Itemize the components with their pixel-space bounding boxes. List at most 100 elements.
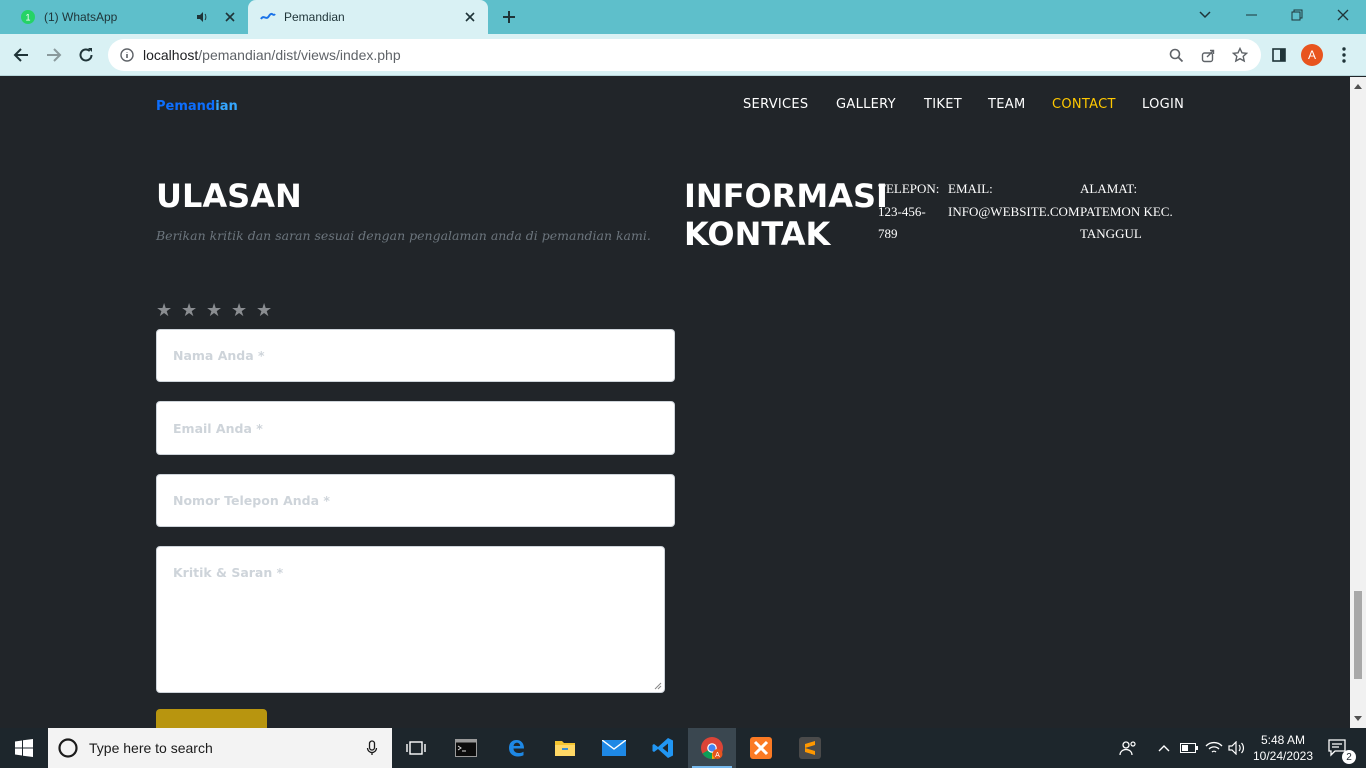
- browser-tab-strip: 1 (1) WhatsApp Pemandian: [0, 0, 1366, 34]
- xampp-icon[interactable]: [737, 728, 785, 768]
- clock-date: 10/24/2023: [1252, 749, 1314, 763]
- wifi-icon[interactable]: [1202, 728, 1226, 768]
- clock-time: 5:48 AM: [1260, 733, 1306, 747]
- whatsapp-icon: 1: [20, 9, 36, 25]
- chevron-up-icon[interactable]: [1152, 728, 1176, 768]
- menu-kebab-icon[interactable]: [1333, 44, 1355, 66]
- nav-contact[interactable]: CONTACT: [1052, 97, 1116, 113]
- address-line-2: TANGGUL: [1080, 226, 1142, 241]
- zoom-search-icon[interactable]: [1165, 44, 1187, 66]
- pemandian-icon: [260, 9, 276, 25]
- address-bar[interactable]: localhost/pemandian/dist/views/index.php: [108, 39, 1261, 71]
- restore-icon[interactable]: [1274, 0, 1320, 30]
- contact-email: EMAIL: INFO@WEBSITE.COM: [948, 178, 1080, 223]
- profile-avatar[interactable]: A: [1301, 44, 1323, 66]
- phone-label: TELEPON:: [878, 181, 940, 196]
- contact-title-line-1: INFORMASI: [684, 177, 888, 215]
- speaker-icon[interactable]: [194, 9, 210, 25]
- rating-star-4[interactable]: ★: [231, 300, 256, 321]
- message-textarea[interactable]: Kritik & Saran *: [156, 546, 665, 693]
- site-logo[interactable]: Pemandian: [156, 99, 238, 114]
- review-subtitle: Berikan kritik dan saran sesuai dengan p…: [156, 228, 651, 243]
- url-text: localhost/pemandian/dist/views/index.php: [143, 47, 1165, 63]
- phone-value-2: 789: [878, 226, 898, 241]
- submit-button[interactable]: [156, 709, 267, 728]
- name-input[interactable]: Nama Anda *: [156, 329, 675, 382]
- people-icon[interactable]: [1108, 728, 1148, 768]
- nav-team[interactable]: TEAM: [988, 97, 1025, 113]
- battery-icon[interactable]: [1177, 728, 1201, 768]
- close-tab-icon[interactable]: [222, 9, 238, 25]
- reload-icon[interactable]: [75, 44, 97, 66]
- system-clock[interactable]: 5:48 AM 10/24/2023: [1250, 732, 1316, 764]
- email-label: EMAIL:: [948, 181, 993, 196]
- minimize-icon[interactable]: [1228, 0, 1274, 30]
- nav-tiket[interactable]: TIKET: [924, 97, 962, 113]
- resize-grip-icon[interactable]: [654, 682, 662, 690]
- site-info-icon[interactable]: [119, 47, 135, 63]
- url-path: /pemandian/dist/views/index.php: [198, 47, 401, 63]
- volume-icon[interactable]: [1225, 728, 1249, 768]
- nav-gallery[interactable]: GALLERY: [836, 97, 896, 113]
- tab-search-chevron-icon[interactable]: [1182, 0, 1228, 30]
- logo-text-2: ian: [215, 99, 238, 114]
- new-tab-icon[interactable]: [500, 8, 518, 26]
- windows-start-icon[interactable]: [0, 728, 48, 768]
- rating-stars: ★ ★ ★ ★ ★: [156, 300, 281, 321]
- address-label: ALAMAT:: [1080, 181, 1138, 196]
- sublime-text-icon[interactable]: [786, 728, 834, 768]
- scroll-up-icon[interactable]: [1354, 82, 1362, 90]
- tab-title: Pemandian: [284, 10, 345, 24]
- bookmark-star-icon[interactable]: [1229, 44, 1251, 66]
- contact-title: INFORMASI KONTAK: [684, 177, 888, 253]
- tab-pemandian[interactable]: Pemandian: [248, 0, 488, 34]
- microphone-icon[interactable]: [366, 740, 378, 756]
- taskbar-search[interactable]: Type here to search: [48, 728, 392, 768]
- rating-star-2[interactable]: ★: [181, 300, 206, 321]
- rating-star-1[interactable]: ★: [156, 300, 181, 321]
- task-view-icon[interactable]: [392, 728, 440, 768]
- back-icon[interactable]: [10, 44, 32, 66]
- nav-login[interactable]: LOGIN: [1142, 97, 1184, 113]
- chrome-icon[interactable]: A: [688, 728, 736, 768]
- tab-whatsapp[interactable]: 1 (1) WhatsApp: [8, 0, 248, 34]
- cortana-icon: [57, 737, 79, 759]
- scroll-down-icon[interactable]: [1354, 715, 1362, 723]
- svg-text:1: 1: [25, 13, 30, 23]
- phone-input[interactable]: Nomor Telepon Anda *: [156, 474, 675, 527]
- vscode-icon[interactable]: [639, 728, 687, 768]
- forward-icon[interactable]: [43, 44, 65, 66]
- side-panel-icon[interactable]: [1268, 44, 1290, 66]
- search-placeholder: Type here to search: [89, 740, 213, 756]
- share-icon[interactable]: [1197, 44, 1219, 66]
- contact-phone: TELEPON: 123-456- 789: [878, 178, 939, 246]
- address-line-1: PATEMON KEC.: [1080, 203, 1173, 219]
- browser-toolbar: localhost/pemandian/dist/views/index.php…: [0, 34, 1366, 76]
- email-value: INFO@WEBSITE.COM: [948, 203, 1080, 219]
- message-placeholder: Kritik & Saran *: [173, 565, 284, 580]
- terminal-icon[interactable]: [442, 728, 490, 768]
- tab-title: (1) WhatsApp: [44, 10, 118, 24]
- close-window-icon[interactable]: [1320, 0, 1366, 30]
- phone-value-1: 123-456-: [878, 203, 926, 219]
- edge-icon[interactable]: [492, 728, 540, 768]
- rating-star-3[interactable]: ★: [206, 300, 231, 321]
- close-tab-icon[interactable]: [462, 9, 478, 25]
- contact-title-line-2: KONTAK: [684, 215, 831, 253]
- notification-badge: 2: [1342, 750, 1356, 764]
- url-host: localhost: [143, 47, 199, 63]
- windows-taskbar: Type here to search A 5:48 AM 10/24/2023…: [0, 728, 1366, 768]
- scrollbar-thumb[interactable]: [1354, 591, 1362, 679]
- logo-text-1: Pemand: [156, 99, 216, 114]
- rating-star-5[interactable]: ★: [256, 300, 281, 321]
- contact-address: ALAMAT: PATEMON KEC. TANGGUL: [1080, 178, 1173, 246]
- page-content: Pemandian SERVICES GALLERY TIKET TEAM CO…: [0, 77, 1350, 728]
- review-title: ULASAN: [156, 177, 302, 215]
- notifications-icon[interactable]: 2: [1318, 728, 1358, 768]
- nav-services[interactable]: SERVICES: [743, 97, 808, 113]
- email-input[interactable]: Email Anda *: [156, 401, 675, 455]
- svg-text:A: A: [715, 752, 720, 759]
- mail-icon[interactable]: [590, 728, 638, 768]
- file-explorer-icon[interactable]: [541, 728, 589, 768]
- page-scrollbar[interactable]: [1350, 77, 1366, 728]
